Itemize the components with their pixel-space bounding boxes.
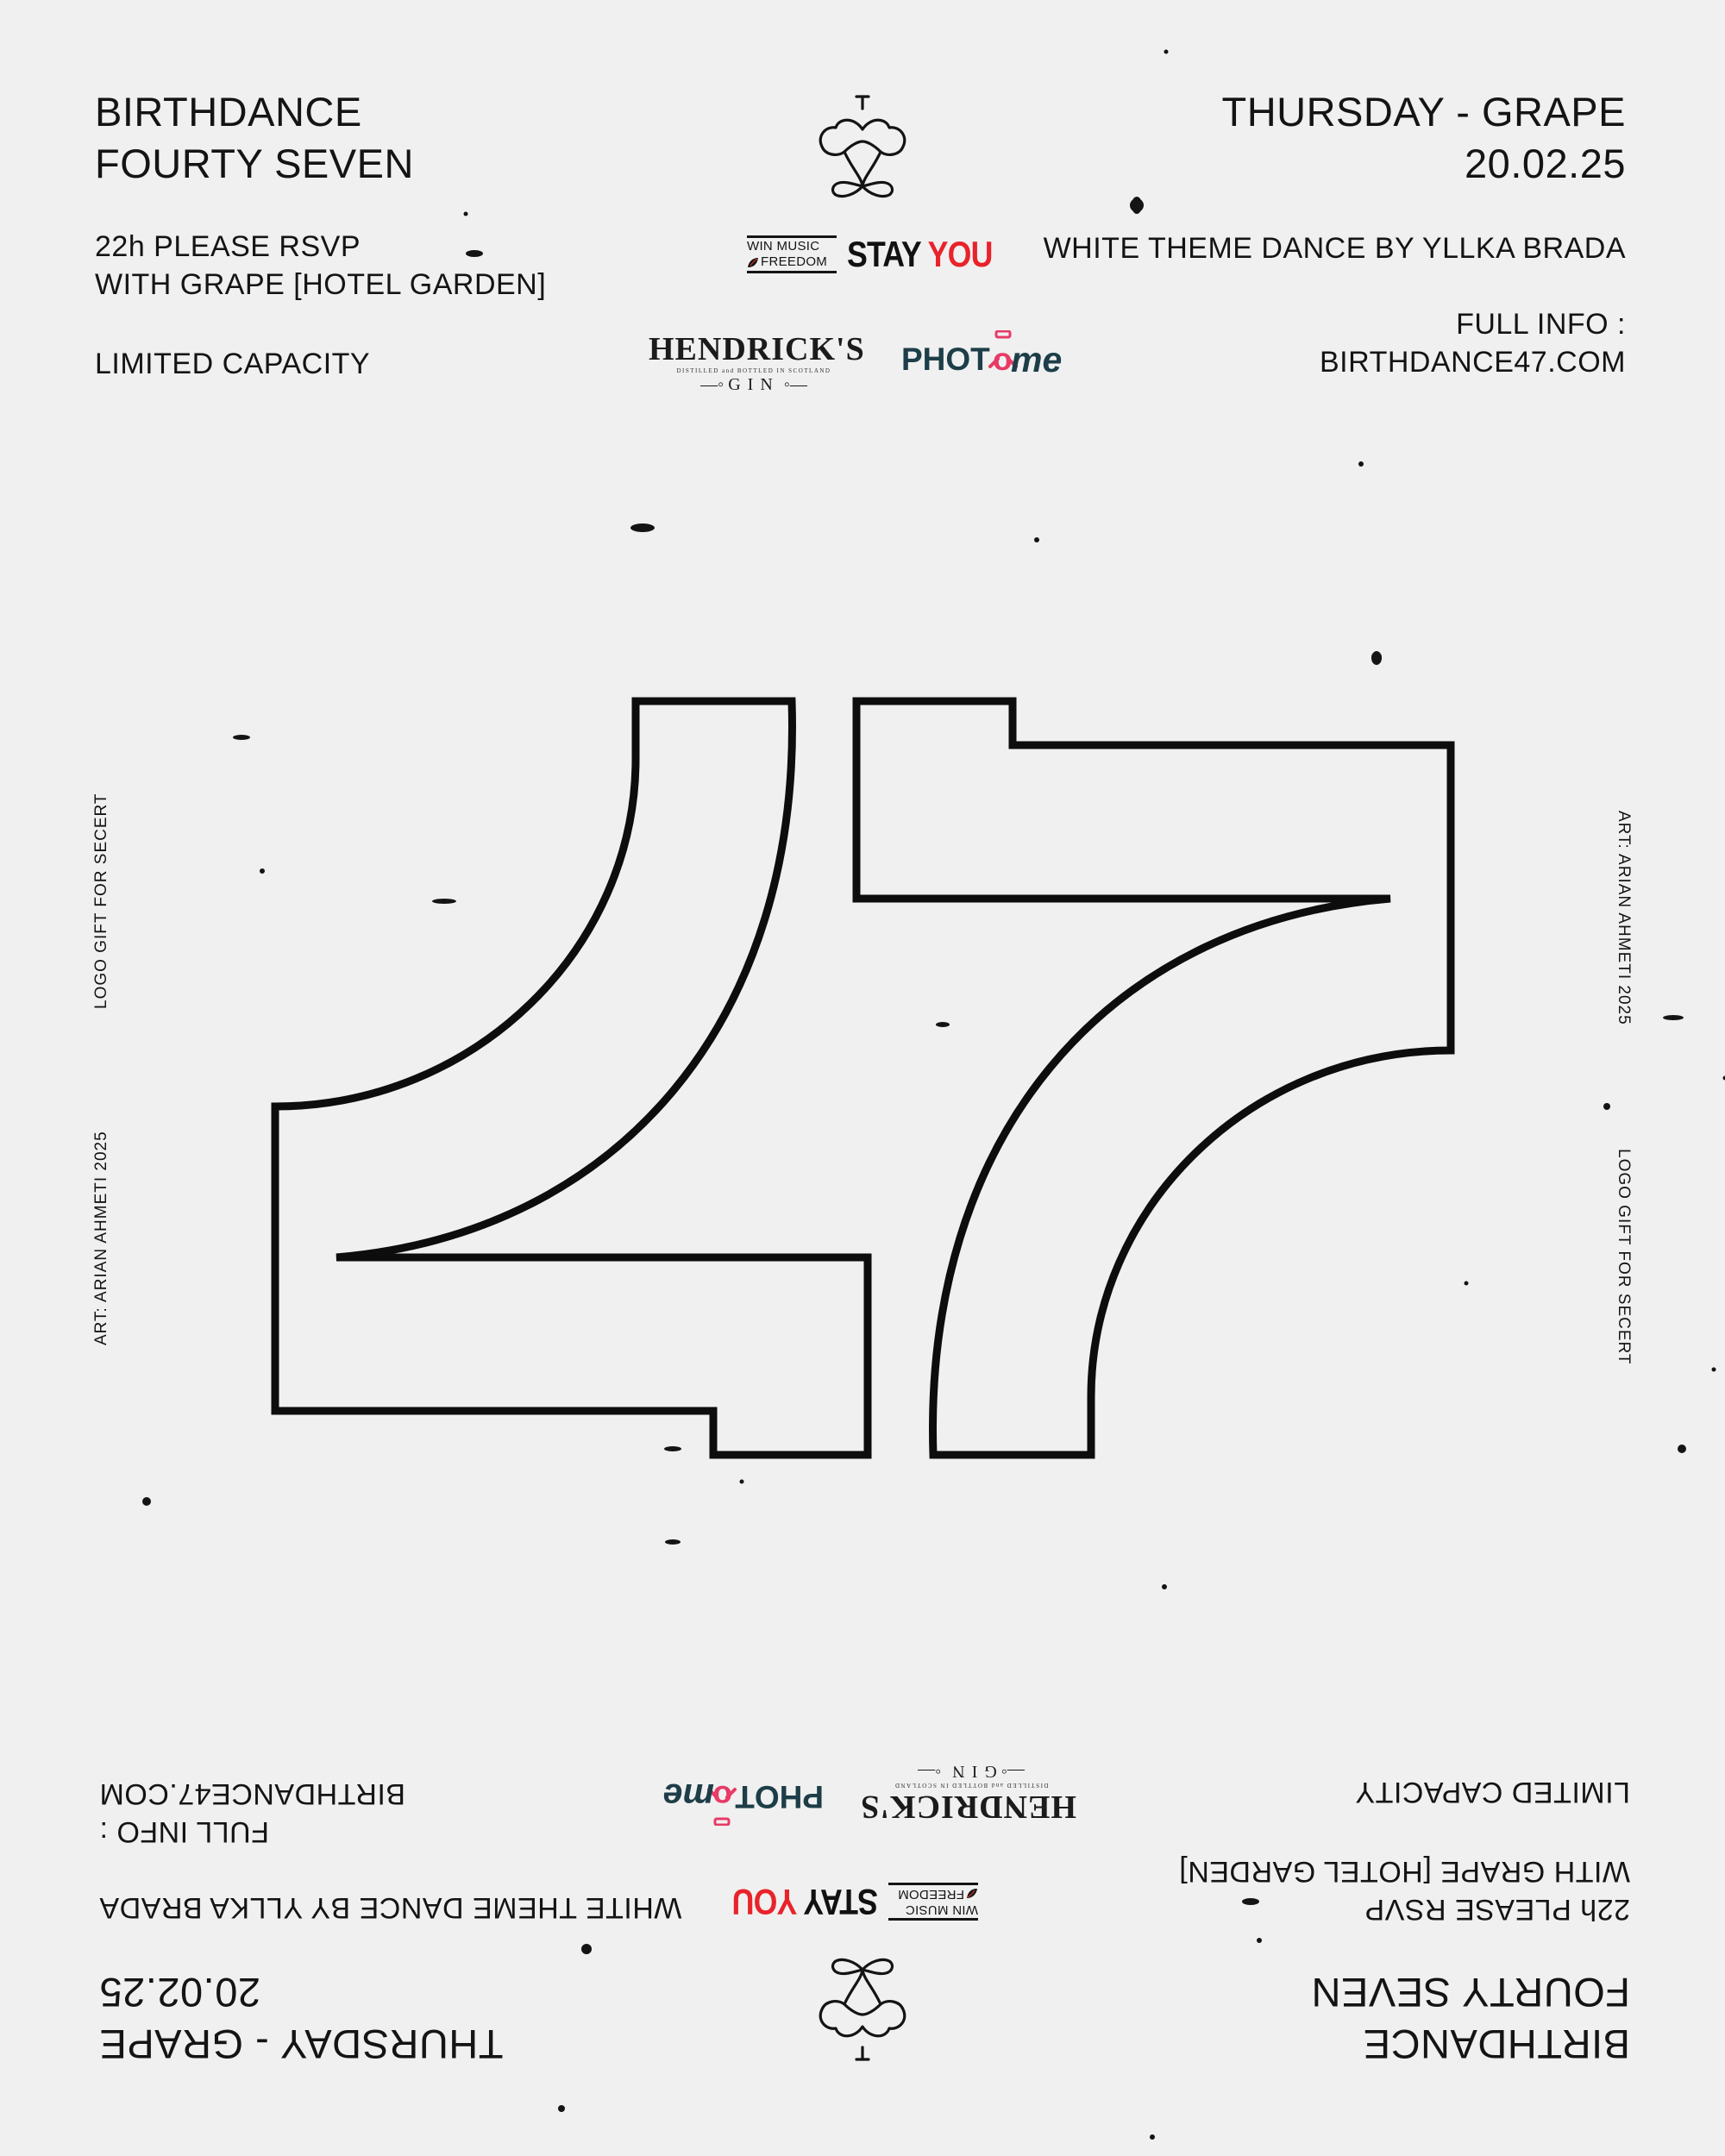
- number-47-artwork: [271, 697, 1455, 1459]
- digit-7-outline: [852, 697, 1455, 1459]
- digit-4-outline: [271, 697, 872, 1459]
- poster: BIRTHDANCE FOURTY SEVEN 22h PLEASE RSVP …: [0, 0, 1725, 2156]
